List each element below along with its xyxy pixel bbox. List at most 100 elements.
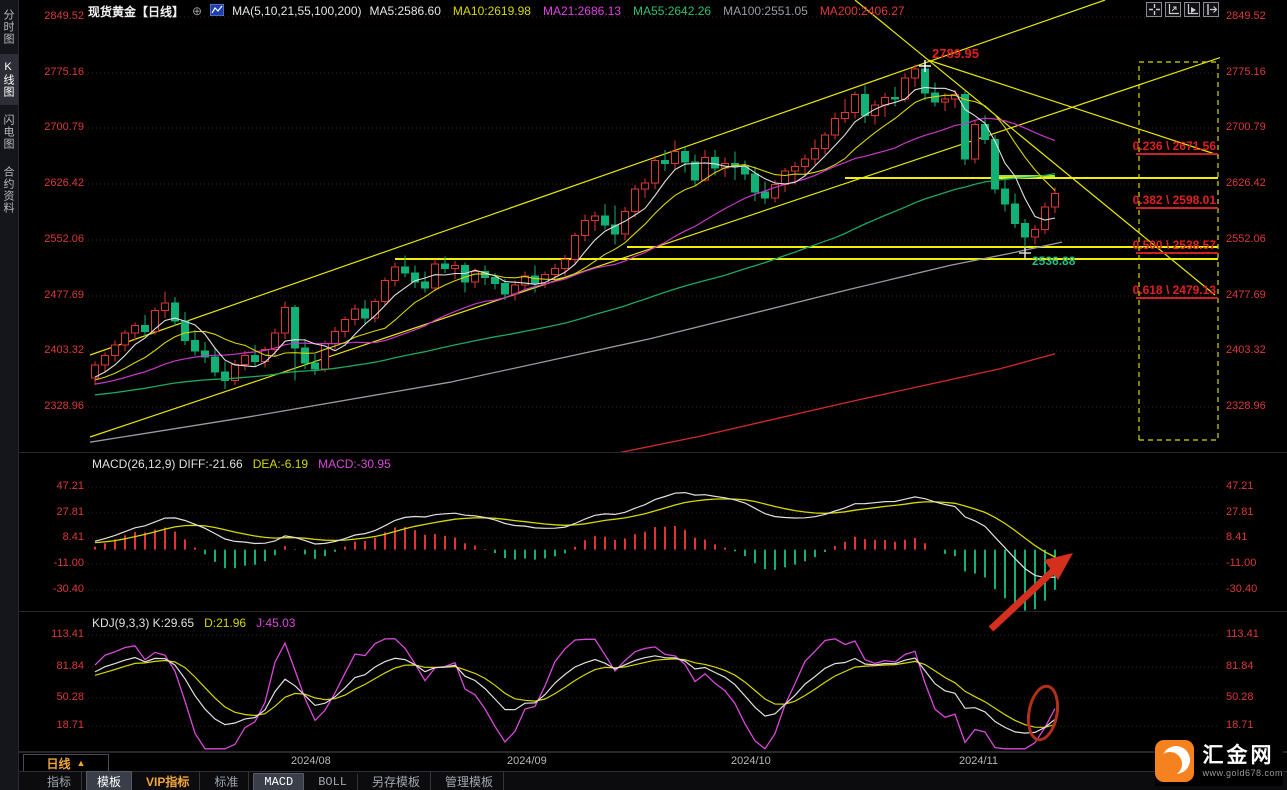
low-price-label: 2536.88	[1032, 254, 1075, 268]
logo-name: 汇金网	[1202, 744, 1274, 768]
price-axis-left-2: 2700.79	[36, 121, 84, 133]
ma-value-1: MA10:2619.98	[453, 4, 531, 18]
fib-label-0: 0.236 \ 2671.56	[1104, 139, 1216, 153]
kdj-header: KDJ(9,3,3) K:29.65 D:21.96 J:45.03	[92, 616, 295, 630]
main-pane	[90, 0, 1222, 462]
date-label-3: 2024/11	[959, 755, 998, 767]
macd-axis-left-3: -11.00	[36, 557, 84, 569]
fib-underline-3	[1136, 297, 1218, 299]
macd-axis-right-3: -11.00	[1226, 557, 1256, 569]
macd-macd-value: MACD:-30.95	[318, 457, 391, 471]
zoom-axes-icon[interactable]	[1165, 2, 1181, 17]
macd-title: MACD(26,12,9) DIFF:-21.66	[92, 457, 243, 471]
footer-tab-3[interactable]: 标准	[204, 772, 249, 790]
kdj-axis-left-3: 18.71	[36, 719, 84, 731]
kdj-axis-left-0: 113.41	[36, 628, 84, 640]
indicator-icon[interactable]	[210, 4, 224, 19]
template-tab-bar: 指标模板VIP指标标准MACDBOLL另存模板管理模板	[19, 771, 1287, 790]
kdj-axis-right-3: 18.71	[1226, 719, 1254, 731]
price-axis-right-5: 2477.69	[1226, 289, 1266, 301]
ma-value-5: MA200:2406.27	[820, 4, 905, 18]
price-axis-right-0: 2849.52	[1226, 10, 1266, 22]
macd-axis-right-0: 47.21	[1226, 480, 1254, 492]
logo-url: www.gold678.com	[1202, 768, 1283, 778]
price-axis-right-7: 2328.96	[1226, 400, 1266, 412]
ma-params-label: MA(5,10,21,55,100,200)	[232, 4, 361, 18]
price-axis-right-1: 2775.16	[1226, 66, 1266, 78]
crosshair-icon[interactable]	[1146, 2, 1162, 17]
price-axis-left-4: 2552.06	[36, 233, 84, 245]
instrument-title: 现货黄金【日线】	[88, 3, 184, 20]
ma-value-2: MA21:2686.13	[543, 4, 621, 18]
macd-axis-left-1: 27.81	[36, 506, 84, 518]
sidebar-item-2[interactable]: 闪电图	[0, 107, 18, 157]
pan-axes-icon[interactable]	[1184, 2, 1200, 17]
chart-header: 现货黄金【日线】 ⊕ MA(5,10,21,55,100,200) MA5:25…	[88, 3, 905, 19]
price-axis-right-4: 2552.06	[1226, 233, 1266, 245]
date-label-1: 2024/09	[507, 755, 547, 767]
fib-label-2: 0.500 \ 2538.57	[1104, 238, 1216, 252]
sidebar-item-1[interactable]: K线图	[0, 54, 18, 105]
macd-dea-value: DEA:-6.19	[253, 457, 308, 471]
macd-header: MACD(26,12,9) DIFF:-21.66 DEA:-6.19 MACD:-…	[92, 457, 391, 471]
ma-values: MA5:2586.60 MA10:2619.98 MA21:2686.13 MA55:…	[370, 4, 905, 18]
kdj-axis-right-1: 81.84	[1226, 660, 1254, 672]
price-axis-left-0: 2849.52	[36, 10, 84, 22]
price-axis-right-6: 2403.32	[1226, 344, 1266, 356]
price-axis-left-3: 2626.42	[36, 177, 84, 189]
kdj-axis-right-0: 113.41	[1226, 628, 1259, 640]
fib-underline-2	[1136, 252, 1218, 254]
fib-label-3: 0.618 \ 2479.13	[1104, 283, 1216, 297]
xaxis-row: 日线 ▲ 2024/082024/092024/102024/11	[19, 752, 1287, 772]
price-axis-left-1: 2775.16	[36, 66, 84, 78]
footer-tab-4[interactable]: MACD	[253, 773, 304, 790]
ma-value-0: MA5:2586.60	[370, 4, 441, 18]
footer-tab-2[interactable]: VIP指标	[136, 772, 200, 790]
trading-app-window: 分时图 K线图闪电图合约资料 现货黄金【日线】 ⊕ MA(5,10,21,55,1…	[0, 0, 1287, 790]
period-arrow-icon: ▲	[77, 758, 86, 768]
macd-pane	[95, 493, 1055, 611]
price-axis-left-6: 2403.32	[36, 344, 84, 356]
ma-value-3: MA55:2642.26	[633, 4, 711, 18]
price-axis-left-5: 2477.69	[36, 289, 84, 301]
footer-tab-5[interactable]: BOLL	[308, 774, 358, 790]
kdj-j-value: J:45.03	[256, 616, 295, 630]
date-label-2: 2024/10	[731, 755, 771, 767]
left-sidebar: 分时图 K线图闪电图合约资料	[0, 0, 19, 790]
footer-tab-0[interactable]: 指标	[37, 772, 82, 790]
fib-label-1: 0.382 \ 2598.01	[1104, 193, 1216, 207]
chart-canvas[interactable]	[0, 0, 1287, 790]
price-axis-right-3: 2626.42	[1226, 177, 1266, 189]
kdj-title: KDJ(9,3,3) K:29.65	[92, 616, 194, 630]
macd-axis-left-2: 8.41	[36, 531, 84, 543]
macd-axis-right-4: -30.40	[1226, 583, 1257, 595]
macd-axis-right-1: 27.81	[1226, 506, 1254, 518]
peak-price-label: 2789.95	[932, 46, 979, 61]
sidebar-item-3[interactable]: 合约资料	[0, 159, 18, 221]
candles	[92, 62, 1059, 389]
ma-value-4: MA100:2551.05	[723, 4, 808, 18]
macd-axis-left-4: -30.40	[36, 583, 84, 595]
kdj-axis-right-2: 50.28	[1226, 691, 1254, 703]
price-axis-right-2: 2700.79	[1226, 121, 1266, 133]
site-logo[interactable]: 汇金网 www.gold678.com	[1155, 736, 1283, 786]
logo-icon	[1155, 740, 1194, 782]
price-axis-left-7: 2328.96	[36, 400, 84, 412]
red-ellipse-annotation	[1025, 684, 1062, 742]
fib-underline-1	[1136, 207, 1218, 209]
macd-axis-right-2: 8.41	[1226, 531, 1247, 543]
kdj-d-value: D:21.96	[204, 616, 246, 630]
footer-tab-6[interactable]: 另存模板	[362, 772, 431, 790]
period-selector[interactable]: 日线 ▲	[23, 754, 109, 772]
kdj-pane	[95, 639, 1055, 749]
period-label: 日线	[47, 755, 71, 772]
kdj-axis-left-1: 81.84	[36, 660, 84, 672]
footer-tab-7[interactable]: 管理模板	[435, 772, 504, 790]
link-icon[interactable]: ⊕	[192, 4, 202, 18]
toolbar-icons	[1146, 2, 1219, 17]
footer-tab-1[interactable]: 模板	[86, 771, 132, 790]
fib-underline-0	[1136, 153, 1218, 155]
kdj-axis-left-2: 50.28	[36, 691, 84, 703]
sidebar-item-0[interactable]: 分时图	[0, 2, 18, 52]
shift-right-icon[interactable]	[1203, 2, 1219, 17]
